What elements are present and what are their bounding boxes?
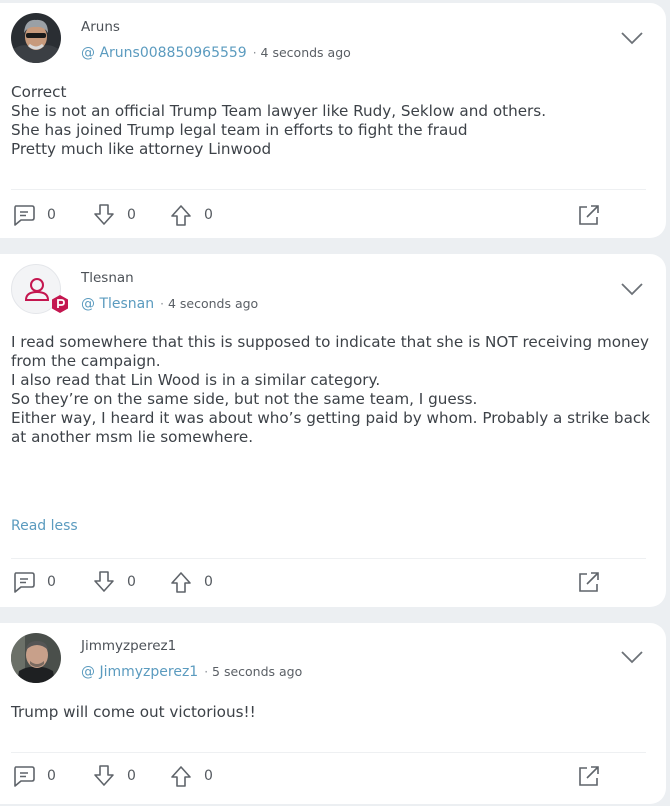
upvote-arrow-icon	[171, 205, 191, 226]
post-line: She has joined Trump legal team in effor…	[11, 121, 468, 139]
username[interactable]: Jimmyzperez1	[81, 638, 176, 654]
brand-badge-icon	[52, 295, 68, 313]
post-body: Trump will come out victorious!!	[11, 703, 651, 722]
upvote-count: 0	[204, 207, 213, 223]
avatar[interactable]	[11, 13, 61, 63]
user-handle[interactable]: @ Tlesnan	[81, 296, 154, 312]
comment-count: 0	[47, 574, 56, 590]
upvote-button[interactable]: 0	[168, 569, 213, 595]
username[interactable]: Aruns	[81, 19, 120, 35]
post-paragraph: I read somewhere that this is supposed t…	[11, 333, 649, 370]
divider	[11, 752, 646, 753]
post-body: Correct She is not an official Trump Tea…	[11, 83, 651, 159]
comment-count: 0	[47, 768, 56, 784]
downvote-button[interactable]: 0	[91, 763, 136, 789]
upvote-arrow-icon	[171, 766, 191, 787]
downvote-arrow-icon	[94, 204, 114, 225]
downvote-count: 0	[127, 574, 136, 590]
upvote-count: 0	[204, 768, 213, 784]
upvote-button[interactable]: 0	[168, 763, 213, 789]
timestamp[interactable]: 5 seconds ago	[212, 664, 302, 679]
share-icon[interactable]	[576, 569, 602, 595]
post-card: Aruns @ Aruns008850965559 · 4 seconds ago …	[0, 3, 666, 238]
comment-icon	[14, 205, 35, 226]
downvote-arrow-icon	[94, 765, 114, 786]
timestamp[interactable]: 4 seconds ago	[261, 45, 351, 60]
comment-count: 0	[47, 207, 56, 223]
user-photo	[11, 633, 61, 683]
post-body: I read somewhere that this is supposed t…	[11, 333, 651, 447]
post-paragraph: I also read that Lin Wood is in a simila…	[11, 371, 381, 389]
timestamp[interactable]: 4 seconds ago	[168, 296, 258, 311]
share-icon[interactable]	[576, 202, 602, 228]
username[interactable]: Tlesnan	[81, 270, 134, 286]
post-line: Correct	[11, 83, 67, 101]
divider	[11, 558, 646, 559]
post-meta: @ Jimmyzperez1 · 5 seconds ago	[81, 664, 302, 680]
user-handle[interactable]: @ Jimmyzperez1	[81, 664, 198, 680]
read-less-link[interactable]: Read less	[11, 518, 78, 534]
downvote-arrow-icon	[94, 571, 114, 592]
chevron-down-icon[interactable]	[620, 282, 644, 296]
avatar[interactable]	[11, 633, 61, 683]
downvote-count: 0	[127, 207, 136, 223]
separator: ·	[160, 297, 164, 311]
post-card: Tlesnan @ Tlesnan · 4 seconds ago I read s…	[0, 254, 666, 607]
post-line: She is not an official Trump Team lawyer…	[11, 102, 547, 120]
chevron-down-icon[interactable]	[620, 31, 644, 45]
comment-icon	[14, 766, 35, 787]
chevron-down-icon[interactable]	[620, 650, 644, 664]
post-line: Pretty much like attorney Linwood	[11, 140, 272, 158]
downvote-button[interactable]: 0	[91, 202, 136, 228]
upvote-count: 0	[204, 574, 213, 590]
separator: ·	[204, 665, 209, 679]
downvote-button[interactable]: 0	[91, 569, 136, 595]
comment-button[interactable]: 0	[11, 202, 56, 228]
upvote-arrow-icon	[171, 572, 191, 593]
comment-button[interactable]: 0	[11, 569, 56, 595]
divider	[11, 189, 646, 190]
post-meta: @ Aruns008850965559 · 4 seconds ago	[81, 45, 351, 61]
comment-icon	[14, 572, 35, 593]
share-icon[interactable]	[576, 763, 602, 789]
upvote-button[interactable]: 0	[168, 202, 213, 228]
downvote-count: 0	[127, 768, 136, 784]
comment-button[interactable]: 0	[11, 763, 56, 789]
avatar[interactable]	[11, 264, 68, 314]
post-paragraph: So they’re on the same side, but not the…	[11, 390, 478, 408]
post-line: Trump will come out victorious!!	[11, 703, 256, 721]
post-card: Jimmyzperez1 @ Jimmyzperez1 · 5 seconds ag…	[0, 623, 666, 804]
separator: ·	[252, 46, 257, 60]
user-photo	[11, 13, 61, 63]
user-handle[interactable]: @ Aruns008850965559	[81, 45, 247, 61]
post-paragraph: Either way, I heard it was about who’s g…	[11, 409, 651, 446]
post-meta: @ Tlesnan · 4 seconds ago	[81, 296, 258, 312]
